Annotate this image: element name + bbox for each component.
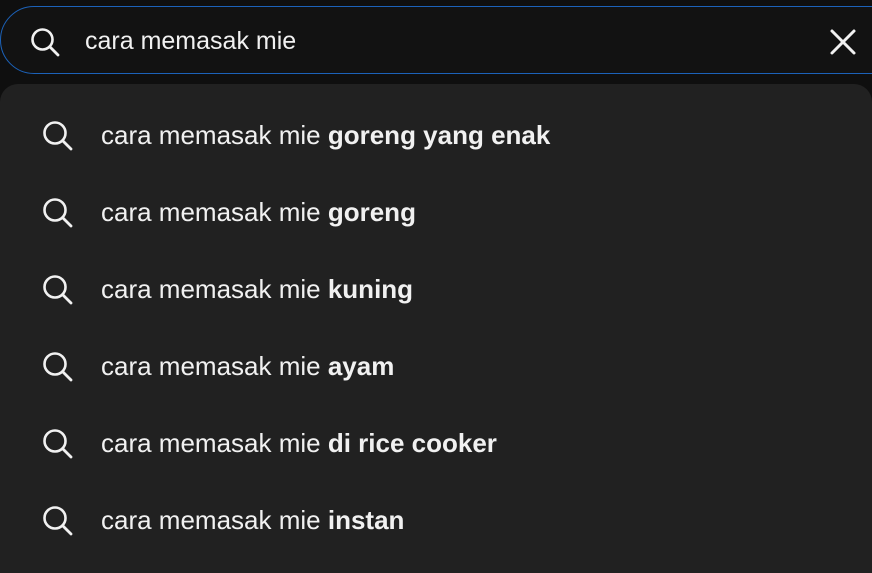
search-icon bbox=[43, 506, 73, 536]
suggestion-text: cara memasak mie kuning bbox=[101, 251, 413, 328]
search-icon bbox=[43, 121, 73, 151]
suggestion-text: cara memasak mie goreng bbox=[101, 174, 416, 251]
close-icon[interactable] bbox=[823, 22, 863, 62]
suggestion-text: cara memasak mie ayam bbox=[101, 328, 394, 405]
suggestion-completion: goreng yang enak bbox=[327, 120, 551, 150]
suggestion-prefix: cara memasak mie bbox=[101, 428, 328, 458]
search-icon bbox=[43, 429, 73, 459]
suggestion-completion: di rice cooker bbox=[327, 428, 497, 458]
suggestion-prefix: cara memasak mie bbox=[101, 505, 328, 535]
suggestion-text: cara memasak mie goreng yang enak bbox=[101, 97, 550, 174]
search-input[interactable] bbox=[85, 7, 785, 75]
suggestion-item[interactable]: cara memasak mie ayam bbox=[0, 328, 872, 405]
suggestion-completion: goreng bbox=[327, 197, 416, 227]
suggestion-completion: instan bbox=[327, 505, 405, 535]
suggestion-prefix: cara memasak mie bbox=[101, 120, 328, 150]
suggestion-completion: ayam bbox=[327, 351, 395, 381]
suggestion-text: cara memasak mie instan bbox=[101, 482, 404, 559]
suggestion-item[interactable]: cara memasak mie goreng yang enak bbox=[0, 97, 872, 174]
suggestion-prefix: cara memasak mie bbox=[101, 351, 328, 381]
search-screen: cara memasak mie goreng yang enak cara m… bbox=[0, 0, 872, 573]
suggestion-text: cara memasak mie di rice cooker bbox=[101, 405, 497, 482]
suggestion-completion: kuning bbox=[327, 274, 414, 304]
search-icon bbox=[43, 198, 73, 228]
suggestion-prefix: cara memasak mie bbox=[101, 197, 328, 227]
suggestion-item[interactable]: cara memasak mie goreng bbox=[0, 174, 872, 251]
search-icon bbox=[43, 352, 73, 382]
search-bar[interactable] bbox=[0, 6, 872, 75]
suggestions-dropdown: cara memasak mie goreng yang enak cara m… bbox=[0, 84, 872, 573]
suggestion-item[interactable]: cara memasak mie di rice cooker bbox=[0, 405, 872, 482]
suggestion-item[interactable]: cara memasak mie kuning bbox=[0, 251, 872, 328]
search-icon bbox=[43, 275, 73, 305]
suggestion-item[interactable]: cara memasak mie instan bbox=[0, 482, 872, 559]
search-icon bbox=[31, 28, 60, 57]
suggestion-prefix: cara memasak mie bbox=[101, 274, 328, 304]
